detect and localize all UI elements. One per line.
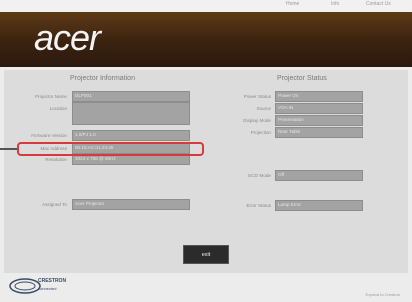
label-display-mode: Display Mode <box>243 118 271 123</box>
header-banner: acer <box>0 12 412 67</box>
footer-right-link[interactable]: Expand to Crestron <box>366 292 400 297</box>
callout-line <box>0 148 18 150</box>
mac-address-highlight <box>17 142 204 156</box>
projector-name-field[interactable]: DLP001 <box>72 91 190 102</box>
crestron-text: CRESTRON <box>38 278 67 284</box>
projection-field: Rear Table <box>275 127 363 138</box>
contact-us-link[interactable]: Contact Us <box>366 1 391 7</box>
location-field[interactable] <box>72 102 190 125</box>
exit-button[interactable]: exit <box>183 245 229 264</box>
label-firmware-version: Firmware Version <box>31 133 67 138</box>
info-link[interactable]: Info <box>331 1 339 7</box>
source-field: VGA IN <box>275 103 363 114</box>
label-projection: Projection <box>250 130 271 135</box>
label-projector-name: Projector Name <box>35 94 67 99</box>
projector-information-title: Projector Information <box>70 75 135 82</box>
label-eco-mode: ECO Mode <box>248 173 271 178</box>
eco-mode-field: Off <box>275 170 363 181</box>
label-power-status: Power Status <box>243 94 271 99</box>
label-resolution: Resolution <box>45 157 67 162</box>
projector-status-title: Projector Status <box>277 75 327 82</box>
firmware-version-field: 1.0/PJ 1.0 <box>72 130 190 141</box>
label-source: Source <box>256 106 271 111</box>
assigned-to-field[interactable]: Acer Projector <box>72 199 190 210</box>
top-nav-bar: Home Info Contact Us <box>0 0 412 12</box>
label-assigned-to: Assigned To <box>42 202 67 207</box>
power-status-field: Power On <box>275 91 363 102</box>
label-error-status: Error Status <box>246 203 271 208</box>
crestron-logo-icon <box>9 278 41 294</box>
error-status-field: Lamp Error <box>275 200 363 211</box>
crestron-sub-text: connected <box>38 286 57 291</box>
label-location: Location <box>49 106 67 111</box>
acer-logo: acer <box>34 17 101 58</box>
display-mode-field: Presentation <box>275 115 363 126</box>
home-link[interactable]: Home <box>286 1 299 7</box>
